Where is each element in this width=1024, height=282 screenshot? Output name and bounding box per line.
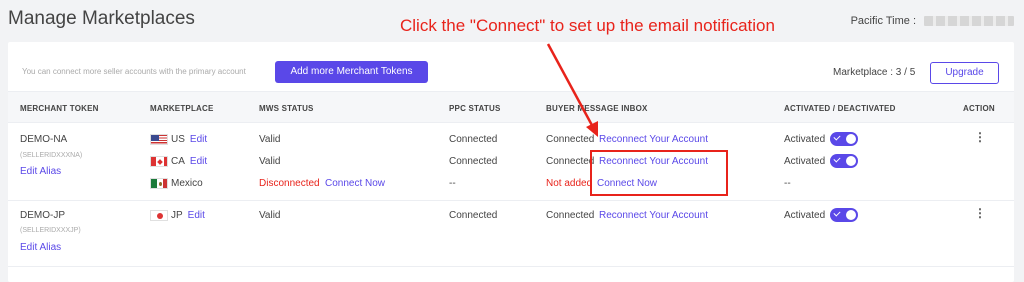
annotation-arrow-icon bbox=[546, 43, 598, 137]
